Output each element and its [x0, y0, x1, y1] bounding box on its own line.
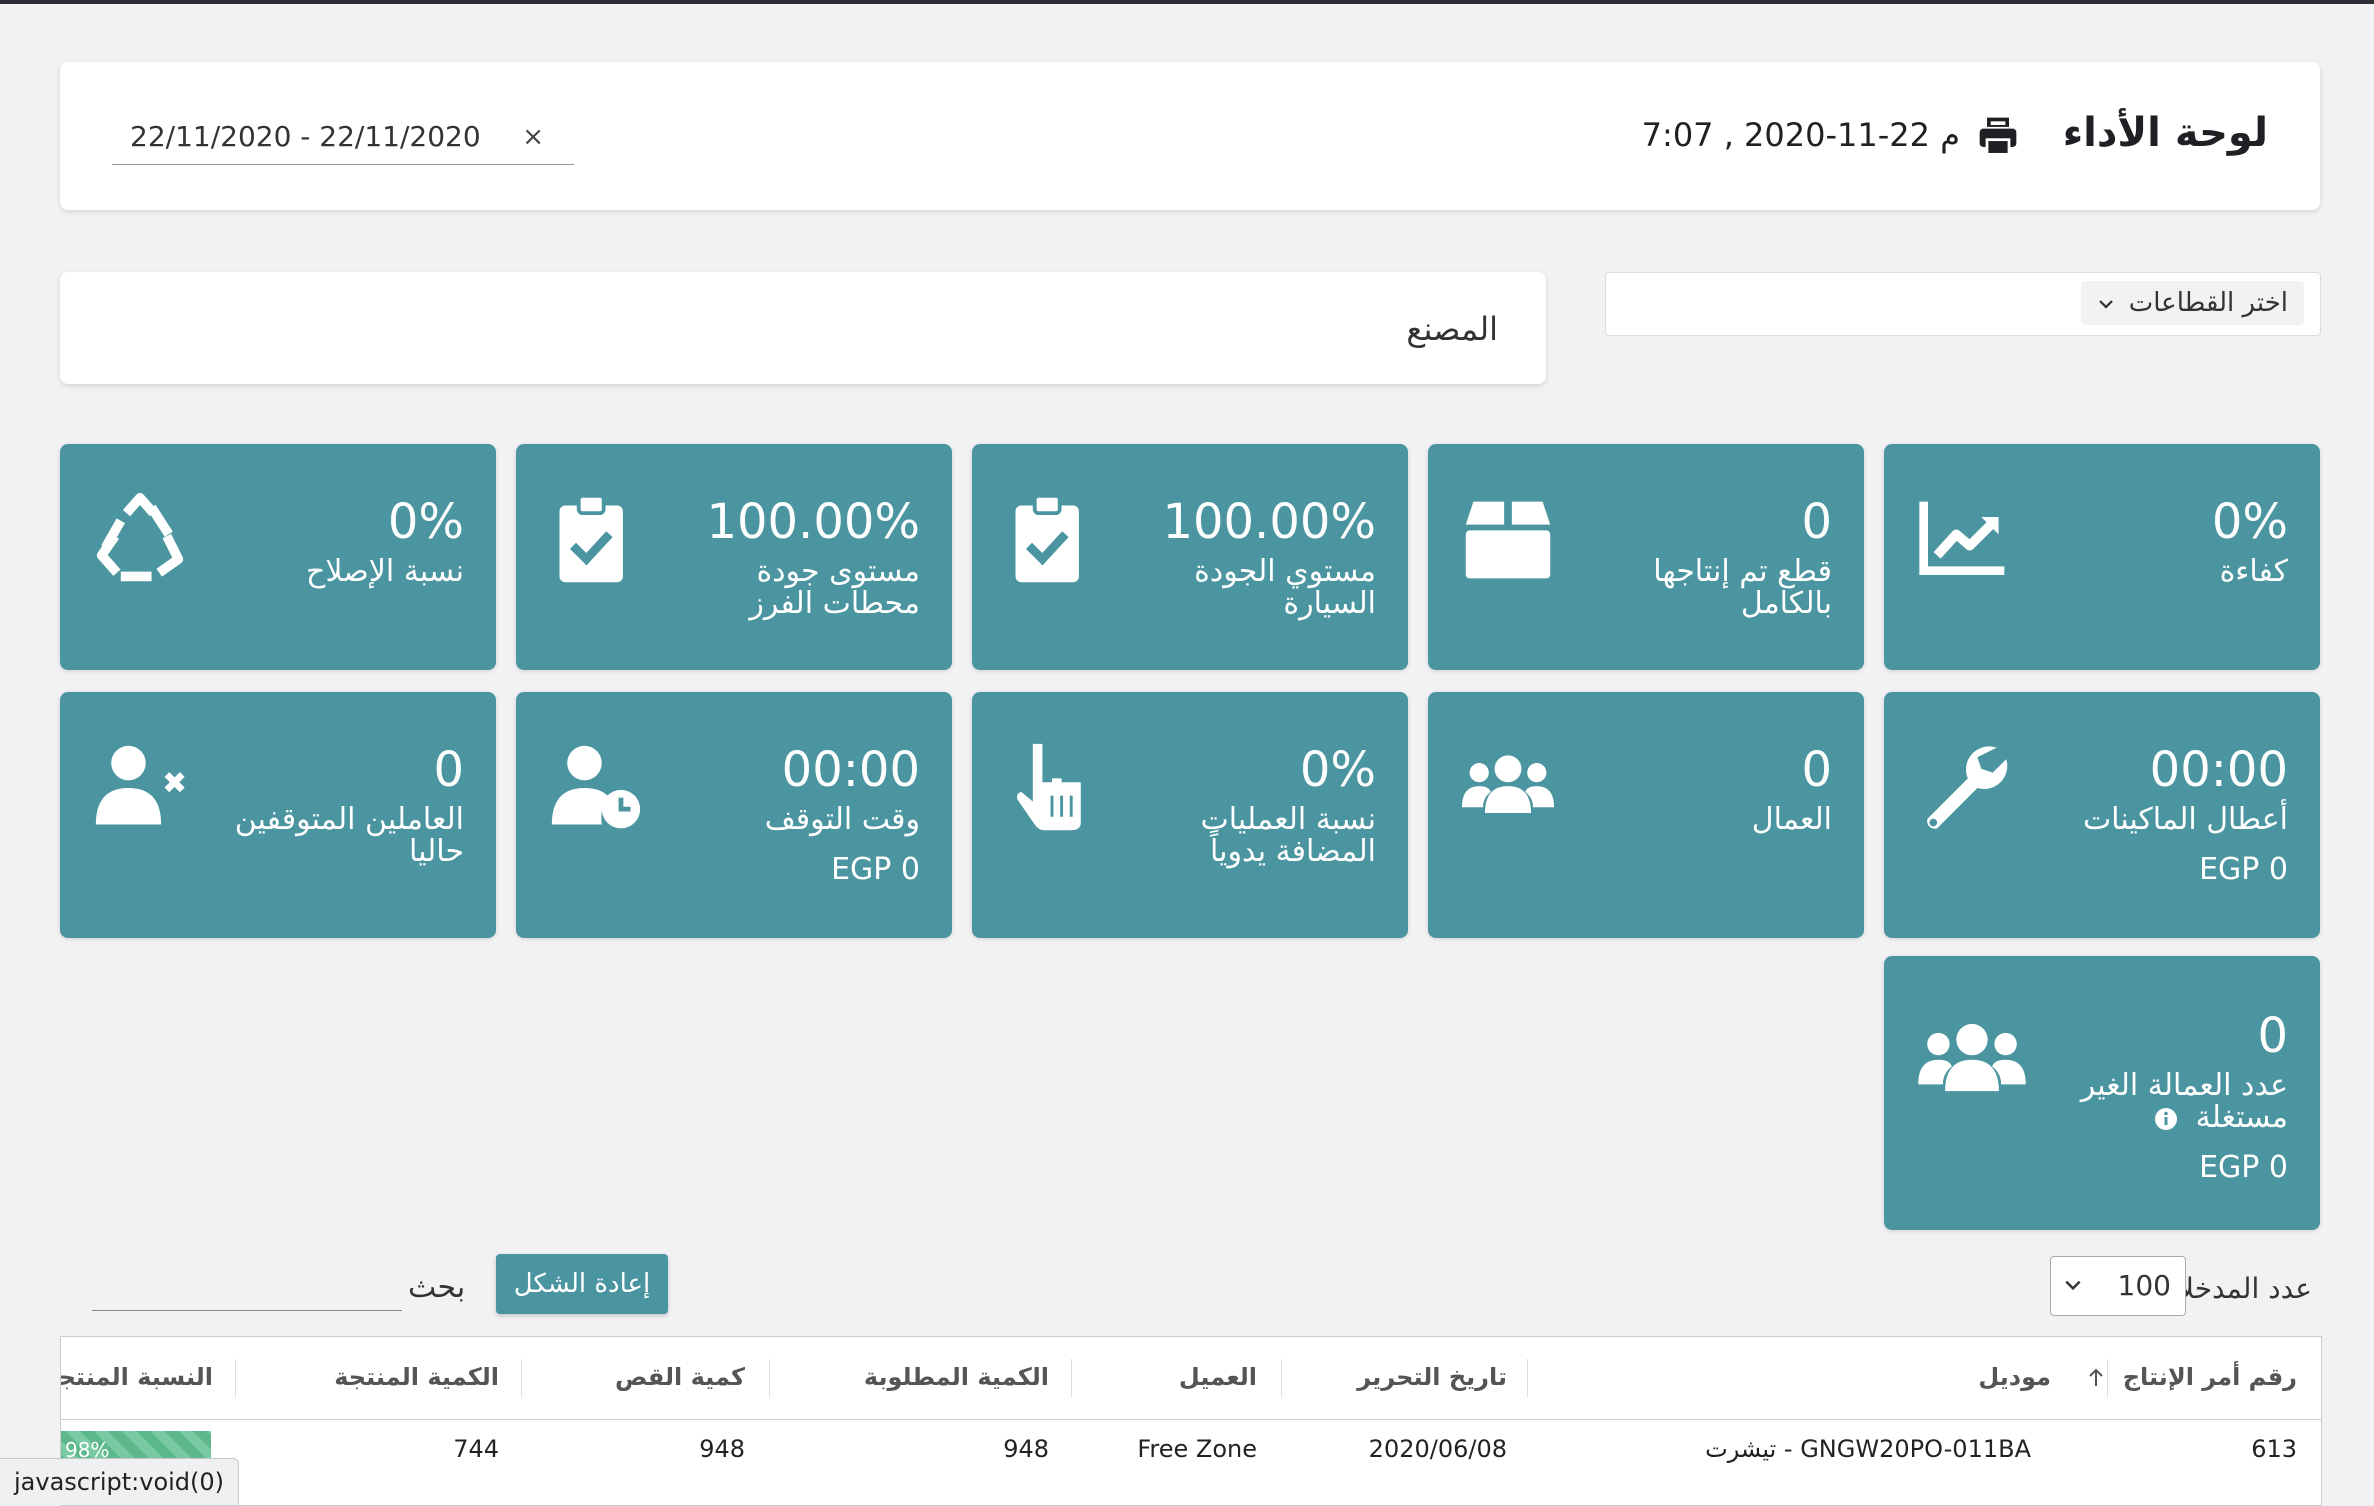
column-separator — [1281, 1359, 1282, 1397]
col-model[interactable]: موديل — [1978, 1363, 2051, 1391]
users-icon — [1461, 755, 1555, 813]
tile-unused-labor[interactable]: 0 عدد العمالة الغير مستغلة EGP 0 — [1884, 956, 2320, 1230]
cell-date: 2020/06/08 — [1368, 1435, 1507, 1463]
entries-value: 100 — [2117, 1269, 2171, 1302]
box-icon — [1465, 501, 1551, 579]
clear-date-icon[interactable]: × — [522, 122, 544, 152]
tile-value: 100.00% — [706, 494, 920, 550]
sector-select-button[interactable]: اختر القطاعات — [2080, 281, 2304, 325]
sort-up-icon — [2089, 1368, 2104, 1386]
cell-produced: 744 — [453, 1435, 499, 1463]
tile-machine-downtime[interactable]: 00:00 أعطال الماكينات EGP 0 — [1884, 692, 2320, 938]
search-input[interactable] — [92, 1258, 402, 1311]
chart-line-icon — [1919, 501, 2005, 576]
col-produced-qty[interactable]: الكمية المنتجة — [334, 1363, 499, 1391]
cell-order: 613 — [2251, 1435, 2297, 1463]
tile-stopped-workers[interactable]: 0 العاملين المتوقفين حاليا — [60, 692, 496, 938]
tile-value: 0% — [1299, 742, 1376, 798]
column-separator — [1527, 1359, 1528, 1397]
clipboard-check-icon — [559, 493, 623, 583]
col-order-number-label: رقم أمر الإنتاج — [2122, 1363, 2297, 1391]
col-required-qty[interactable]: الكمية المطلوبة — [864, 1363, 1049, 1391]
recycle-icon — [96, 492, 184, 582]
tile-value: 0 — [433, 742, 464, 798]
tile-value: 0 — [1801, 494, 1832, 550]
chevron-down-icon — [2098, 299, 2113, 309]
tile-workers[interactable]: 0 العمال — [1428, 692, 1864, 938]
search-label: بحث — [408, 1270, 466, 1305]
cell-cut: 948 — [699, 1435, 745, 1463]
col-cut-qty[interactable]: كمية القص — [615, 1363, 745, 1391]
column-separator — [235, 1359, 236, 1397]
column-separator — [521, 1359, 522, 1397]
tile-downtime[interactable]: 00:00 وقت التوقف EGP 0 — [516, 692, 952, 938]
tile-value: 00:00 — [781, 742, 920, 798]
users-icon — [1918, 1023, 2026, 1092]
col-order-number[interactable]: رقم أمر الإنتاج — [2088, 1363, 2297, 1391]
info-icon[interactable] — [2154, 1107, 2178, 1131]
cell-client: Free Zone — [1137, 1435, 1257, 1463]
current-datetime: 7:07 , 2020-11-22 م — [1641, 116, 1960, 154]
tile-value: 0 — [1801, 742, 1832, 798]
printer-icon[interactable] — [1976, 114, 2020, 158]
tile-label: نسبة العمليات المضافة يدوياً — [1200, 802, 1376, 869]
tile-label-text: عدد العمالة الغير مستغلة — [2080, 1068, 2288, 1135]
column-separator — [1071, 1359, 1072, 1397]
col-produced-ratio[interactable]: النسبة المنتجة — [61, 1363, 213, 1391]
col-edit-date[interactable]: تاريخ التحرير — [1357, 1363, 1507, 1391]
tile-label: العمال — [1751, 802, 1832, 837]
tile-cost: EGP 0 — [2199, 852, 2288, 887]
col-client[interactable]: العميل — [1179, 1363, 1257, 1391]
tile-label: مستوى جودة محطات الفرز — [749, 554, 920, 621]
tile-value: 0% — [387, 494, 464, 550]
tile-sorting-quality[interactable]: 100.00% مستوى جودة محطات الفرز — [516, 444, 952, 670]
hand-pointer-icon — [1016, 743, 1081, 831]
factory-card: المصنع — [60, 272, 1546, 384]
column-separator — [769, 1359, 770, 1397]
tile-label: العاملين المتوقفين حاليا — [234, 802, 464, 869]
factory-label: المصنع — [1406, 310, 1498, 348]
tile-label: كفاءة — [2219, 554, 2288, 589]
date-range-value[interactable]: 22/11/2020 - 22/11/2020 — [130, 120, 481, 153]
tile-value: 100.00% — [1162, 494, 1376, 550]
cell-required: 948 — [1003, 1435, 1049, 1463]
tile-label: عدد العمالة الغير مستغلة — [2028, 1070, 2288, 1134]
table-header: رقم أمر الإنتاج موديل تاريخ التحرير العم… — [61, 1337, 2321, 1420]
tile-label: نسبة الإصلاح — [306, 554, 464, 589]
tile-completed-pieces[interactable]: 0 قطع تم إنتاجها بالكامل — [1428, 444, 1864, 670]
tile-cost: EGP 0 — [2199, 1150, 2288, 1185]
tile-label: أعطال الماكينات — [2082, 802, 2288, 837]
clipboard-check-icon — [1015, 493, 1079, 583]
production-orders-table: رقم أمر الإنتاج موديل تاريخ التحرير العم… — [60, 1336, 2322, 1506]
sector-select[interactable]: اختر القطاعات — [1605, 272, 2321, 336]
tile-repair-rate[interactable]: 0% نسبة الإصلاح — [60, 444, 496, 670]
reset-layout-button[interactable]: إعادة الشكل — [496, 1254, 668, 1314]
column-separator — [2107, 1359, 2108, 1397]
wrench-icon — [1927, 746, 2008, 829]
tile-label: مستوي الجودة السيارة — [1194, 554, 1376, 621]
user-times-icon — [95, 745, 185, 825]
status-bar-url: javascript:void(0) — [0, 1458, 240, 1505]
tile-value: 00:00 — [2149, 742, 2288, 798]
sector-select-label: اختر القطاعات — [2128, 288, 2288, 318]
entries-select[interactable]: 100 — [2050, 1256, 2186, 1316]
page-title: لوحة الأداء — [2062, 110, 2268, 156]
tile-efficiency[interactable]: 0% كفاءة — [1884, 444, 2320, 670]
tile-value: 0% — [2211, 494, 2288, 550]
chevron-down-icon — [2065, 1280, 2081, 1291]
tile-label: قطع تم إنتاجها بالكامل — [1653, 554, 1832, 621]
date-range-picker[interactable]: 22/11/2020 - 22/11/2020 × — [112, 110, 574, 165]
tile-manual-operations[interactable]: 0% نسبة العمليات المضافة يدوياً — [972, 692, 1408, 938]
cell-model: GNGW20PO-011BA - تيشرت — [1705, 1435, 2031, 1463]
tile-label: وقت التوقف — [764, 802, 920, 837]
tile-cost: EGP 0 — [831, 852, 920, 887]
header-card: لوحة الأداء 7:07 , 2020-11-22 م 22/11/20… — [60, 62, 2320, 210]
user-clock-icon — [551, 745, 641, 829]
tile-car-quality[interactable]: 100.00% مستوي الجودة السيارة — [972, 444, 1408, 670]
top-border — [0, 0, 2374, 4]
tile-value: 0 — [2257, 1008, 2288, 1064]
